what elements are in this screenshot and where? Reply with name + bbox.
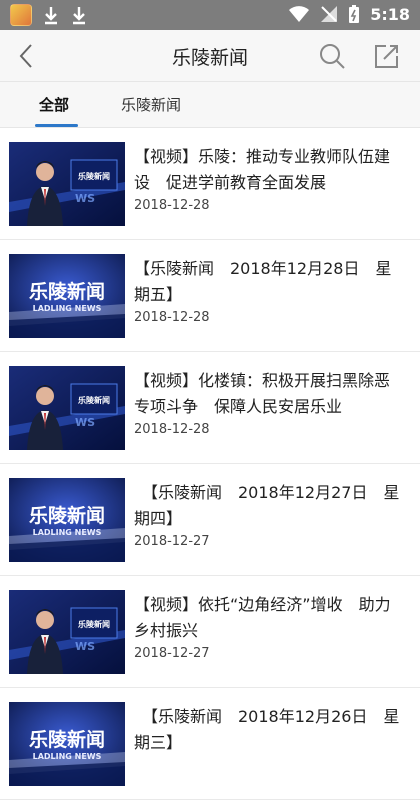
news-thumbnail-anchor: 乐陵新闻 WS	[9, 366, 125, 450]
no-signal-icon	[321, 6, 338, 22]
download-icon	[73, 7, 85, 25]
news-title: 【视频】乐陵：推动专业教师队伍建设 促进学前教育全面发展	[134, 147, 391, 192]
news-list: 乐陵新闻 WS 【视频】乐陵：推动专业教师队伍建设 促进学前教育全面发展 2018-1…	[0, 128, 420, 800]
tab-all[interactable]: 全部	[39, 94, 69, 115]
svg-text:WS: WS	[75, 416, 95, 429]
svg-text:乐陵新闻: 乐陵新闻	[29, 728, 105, 751]
tab-laoling-news[interactable]: 乐陵新闻	[121, 94, 181, 115]
news-item[interactable]: 乐陵新闻 WS 【视频】依托“边角经济”增收 助力乡村振兴 2018-12-27	[0, 576, 420, 688]
active-tab-indicator	[35, 124, 78, 127]
news-date: 2018-12-27	[134, 646, 210, 661]
app-notification-icon	[10, 4, 32, 26]
status-bar: 5:18	[0, 0, 420, 30]
news-item[interactable]: 乐陵新闻 LADLING NEWS 【乐陵新闻 2018年12月28日 星期五】 20…	[0, 240, 420, 352]
news-thumbnail-logo: 乐陵新闻 LADLING NEWS	[9, 254, 125, 338]
svg-text:LADLING NEWS: LADLING NEWS	[33, 528, 102, 537]
share-icon[interactable]	[372, 42, 400, 70]
news-date: 2018-12-28	[134, 198, 210, 213]
svg-text:WS: WS	[75, 640, 95, 653]
svg-text:乐陵新闻: 乐陵新闻	[78, 619, 110, 629]
news-thumbnail-anchor: 乐陵新闻 WS	[9, 142, 125, 226]
svg-text:乐陵新闻: 乐陵新闻	[78, 171, 110, 181]
page-title: 乐陵新闻	[171, 47, 248, 69]
news-title: 【视频】依托“边角经济”增收 助力乡村振兴	[134, 595, 391, 640]
news-date: 2018-12-28	[134, 422, 210, 437]
svg-text:LADLING NEWS: LADLING NEWS	[33, 752, 102, 761]
download-icon	[45, 7, 57, 25]
battery-icon	[349, 5, 360, 23]
news-item[interactable]: 乐陵新闻 WS 【视频】乐陵：推动专业教师队伍建设 促进学前教育全面发展 2018-1…	[0, 128, 420, 240]
news-title: 【视频】化楼镇：积极开展扫黑除恶专项斗争 保障人民安居乐业	[134, 371, 391, 416]
wifi-icon	[289, 6, 310, 22]
news-thumbnail-logo: 乐陵新闻 LADLING NEWS	[9, 478, 125, 562]
news-item[interactable]: 乐陵新闻 WS 【视频】化楼镇：积极开展扫黑除恶专项斗争 保障人民安居乐业 2018-…	[0, 352, 420, 464]
news-item[interactable]: 乐陵新闻 LADLING NEWS 【乐陵新闻 2018年12月27日 星期四】 2…	[0, 464, 420, 576]
svg-text:乐陵新闻: 乐陵新闻	[29, 280, 105, 303]
news-title: 【乐陵新闻 2018年12月26日 星期三】	[134, 707, 400, 752]
news-date: 2018-12-27	[134, 534, 210, 549]
category-tabs: 全部 乐陵新闻	[0, 82, 420, 128]
news-title: 【乐陵新闻 2018年12月27日 星期四】	[134, 483, 400, 528]
svg-text:WS: WS	[75, 192, 95, 205]
clock: 5:18	[370, 4, 410, 24]
news-thumbnail-logo: 乐陵新闻 LADLING NEWS	[9, 702, 125, 786]
news-item[interactable]: 乐陵新闻 LADLING NEWS 【乐陵新闻 2018年12月26日 星期三】	[0, 688, 420, 800]
news-thumbnail-anchor: 乐陵新闻 WS	[9, 590, 125, 674]
news-title: 【乐陵新闻 2018年12月28日 星期五】	[134, 259, 392, 304]
svg-text:乐陵新闻: 乐陵新闻	[78, 395, 110, 405]
news-date: 2018-12-28	[134, 310, 210, 325]
svg-text:LADLING NEWS: LADLING NEWS	[33, 304, 102, 313]
app-header: 乐陵新闻	[0, 30, 420, 82]
search-icon[interactable]	[318, 42, 346, 70]
svg-text:乐陵新闻: 乐陵新闻	[29, 504, 105, 527]
